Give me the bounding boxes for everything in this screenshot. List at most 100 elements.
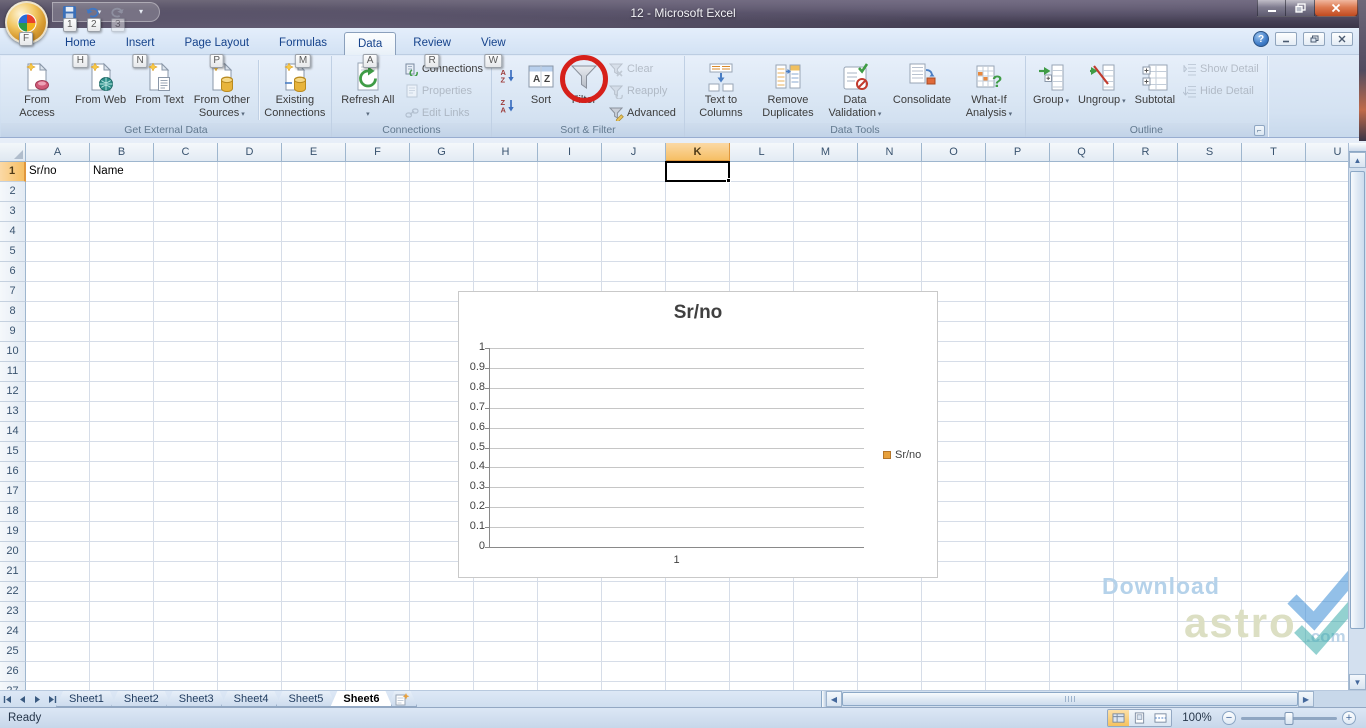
edit-links-button[interactable]: Edit Links xyxy=(402,103,488,123)
data-validation-button[interactable]: Data Validation ▾ xyxy=(822,57,888,123)
column-header-h[interactable]: H xyxy=(474,143,538,162)
workbook-restore-button[interactable] xyxy=(1303,32,1325,46)
row-header-27[interactable]: 27 xyxy=(0,682,26,690)
zoom-level[interactable]: 100% xyxy=(1180,712,1214,724)
column-header-q[interactable]: Q xyxy=(1050,143,1114,162)
vertical-split-handle[interactable] xyxy=(1349,143,1366,152)
row-header-12[interactable]: 12 xyxy=(0,382,26,402)
cell-b1[interactable]: Name xyxy=(90,162,186,182)
column-header-i[interactable]: I xyxy=(538,143,602,162)
zoom-slider-track[interactable] xyxy=(1241,717,1337,720)
customize-qat-button[interactable]: ▾ xyxy=(131,4,151,21)
column-header-n[interactable]: N xyxy=(858,143,922,162)
tab-formulas[interactable]: FormulasM xyxy=(266,32,340,55)
advanced-button[interactable]: Advanced xyxy=(606,103,681,123)
row-header-22[interactable]: 22 xyxy=(0,582,26,602)
tab-data[interactable]: DataA xyxy=(344,32,396,55)
zoom-slider-thumb[interactable] xyxy=(1285,712,1294,725)
column-header-k[interactable]: K xyxy=(666,143,730,162)
normal-view-button[interactable] xyxy=(1108,710,1129,726)
hide-detail-button[interactable]: Hide Detail xyxy=(1180,81,1264,101)
column-header-u[interactable]: U xyxy=(1306,143,1348,162)
column-header-o[interactable]: O xyxy=(922,143,986,162)
scroll-up-arrow[interactable]: ▲ xyxy=(1349,152,1366,168)
sort-button[interactable]: AZSort xyxy=(520,57,562,123)
properties-button[interactable]: Properties xyxy=(402,81,488,101)
row-header-9[interactable]: 9 xyxy=(0,322,26,342)
page-layout-view-button[interactable] xyxy=(1129,710,1150,726)
row-header-25[interactable]: 25 xyxy=(0,642,26,662)
sort-za-button[interactable]: ZA xyxy=(496,94,518,116)
row-header-4[interactable]: 4 xyxy=(0,222,26,242)
column-header-e[interactable]: E xyxy=(282,143,346,162)
from-web-button[interactable]: From Web xyxy=(71,57,130,123)
restore-button[interactable] xyxy=(1286,0,1315,17)
row-header-15[interactable]: 15 xyxy=(0,442,26,462)
embedded-chart[interactable]: Sr/no 10.90.80.70.60.50.40.30.20.10 1 Sr… xyxy=(458,291,938,578)
scroll-down-arrow[interactable]: ▼ xyxy=(1349,674,1366,690)
zoom-in-button[interactable]: + xyxy=(1342,711,1356,725)
column-header-p[interactable]: P xyxy=(986,143,1050,162)
row-header-24[interactable]: 24 xyxy=(0,622,26,642)
horizontal-scroll-thumb[interactable] xyxy=(842,692,1298,706)
help-icon[interactable]: ? xyxy=(1253,31,1269,47)
sheet-tab-sheet2[interactable]: Sheet2 xyxy=(111,691,172,707)
sheet-tab-sheet5[interactable]: Sheet5 xyxy=(276,691,337,707)
active-cell-k1[interactable] xyxy=(665,161,730,182)
fill-handle[interactable] xyxy=(726,178,731,183)
connections-button[interactable]: Connections xyxy=(402,59,488,79)
group-button[interactable]: Group ▾ xyxy=(1029,57,1073,123)
row-header-6[interactable]: 6 xyxy=(0,262,26,282)
tab-view[interactable]: ViewW xyxy=(468,32,519,55)
select-all-corner[interactable] xyxy=(0,143,26,162)
horizontal-scrollbar[interactable]: ◀ ▶ xyxy=(826,691,1314,707)
column-header-m[interactable]: M xyxy=(794,143,858,162)
workbook-minimize-button[interactable] xyxy=(1275,32,1297,46)
column-header-a[interactable]: A xyxy=(26,143,90,162)
row-header-10[interactable]: 10 xyxy=(0,342,26,362)
vertical-scroll-thumb[interactable] xyxy=(1350,171,1365,629)
row-header-5[interactable]: 5 xyxy=(0,242,26,262)
row-header-23[interactable]: 23 xyxy=(0,602,26,622)
row-header-3[interactable]: 3 xyxy=(0,202,26,222)
from-other-sources-button[interactable]: From Other Sources ▾ xyxy=(189,57,255,123)
text-to-columns-button[interactable]: Text to Columns xyxy=(688,57,754,123)
scroll-left-arrow[interactable]: ◀ xyxy=(826,691,842,707)
from-access-button[interactable]: From Access xyxy=(4,57,70,123)
sheet-tab-sheet1[interactable]: Sheet1 xyxy=(56,691,117,707)
what-if-analysis-button[interactable]: ?What-If Analysis ▾ xyxy=(956,57,1022,123)
row-header-1[interactable]: 1 xyxy=(0,162,26,182)
column-header-s[interactable]: S xyxy=(1178,143,1242,162)
row-header-21[interactable]: 21 xyxy=(0,562,26,582)
row-header-8[interactable]: 8 xyxy=(0,302,26,322)
sheet-tab-sheet6[interactable]: Sheet6 xyxy=(330,691,392,707)
filter-button[interactable]: Filter xyxy=(563,57,605,123)
show-detail-button[interactable]: Show Detail xyxy=(1180,59,1264,79)
row-header-7[interactable]: 7 xyxy=(0,282,26,302)
workbook-close-button[interactable] xyxy=(1331,32,1353,46)
subtotal-button[interactable]: Subtotal xyxy=(1131,57,1179,123)
column-header-f[interactable]: F xyxy=(346,143,410,162)
existing-connections-button[interactable]: Existing Connections xyxy=(262,57,328,123)
vertical-scrollbar[interactable]: ▲ ▼ xyxy=(1348,143,1366,690)
minimize-button[interactable] xyxy=(1257,0,1286,17)
row-header-18[interactable]: 18 xyxy=(0,502,26,522)
tab-review[interactable]: ReviewR xyxy=(400,32,464,55)
sheet-tab-sheet4[interactable]: Sheet4 xyxy=(221,691,282,707)
row-header-19[interactable]: 19 xyxy=(0,522,26,542)
row-header-26[interactable]: 26 xyxy=(0,662,26,682)
tab-page-layout[interactable]: Page LayoutP xyxy=(171,32,262,55)
sort-az-button[interactable]: AZ xyxy=(496,64,518,86)
column-header-j[interactable]: J xyxy=(602,143,666,162)
row-header-16[interactable]: 16 xyxy=(0,462,26,482)
refresh-all-button[interactable]: Refresh All ▾ xyxy=(335,57,401,123)
column-header-r[interactable]: R xyxy=(1114,143,1178,162)
zoom-out-button[interactable]: − xyxy=(1222,711,1236,725)
undo-button[interactable]: ▾ 2 xyxy=(83,4,103,21)
tab-home[interactable]: HomeH xyxy=(52,32,109,55)
row-header-20[interactable]: 20 xyxy=(0,542,26,562)
ungroup-button[interactable]: Ungroup ▾ xyxy=(1074,57,1130,123)
dialog-launcher-icon[interactable]: ⌐ xyxy=(1254,125,1265,136)
row-header-2[interactable]: 2 xyxy=(0,182,26,202)
close-button[interactable] xyxy=(1315,0,1358,17)
